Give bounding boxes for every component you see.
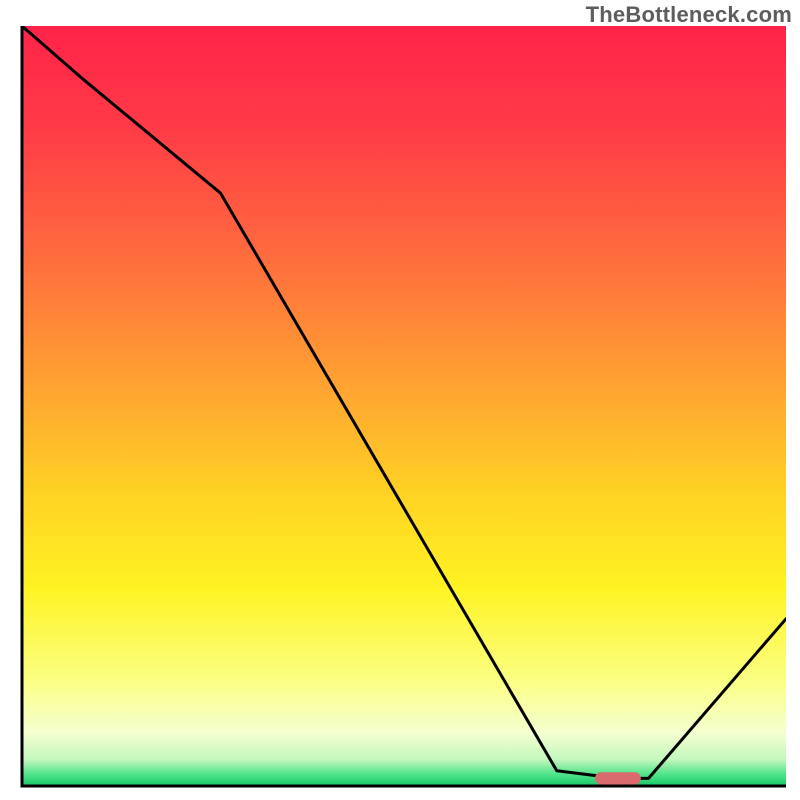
gradient-background bbox=[22, 26, 786, 786]
watermark-text: TheBottleneck.com bbox=[586, 2, 792, 28]
optimal-marker bbox=[595, 772, 641, 784]
bottleneck-chart: TheBottleneck.com bbox=[0, 0, 800, 800]
chart-svg bbox=[0, 0, 800, 800]
